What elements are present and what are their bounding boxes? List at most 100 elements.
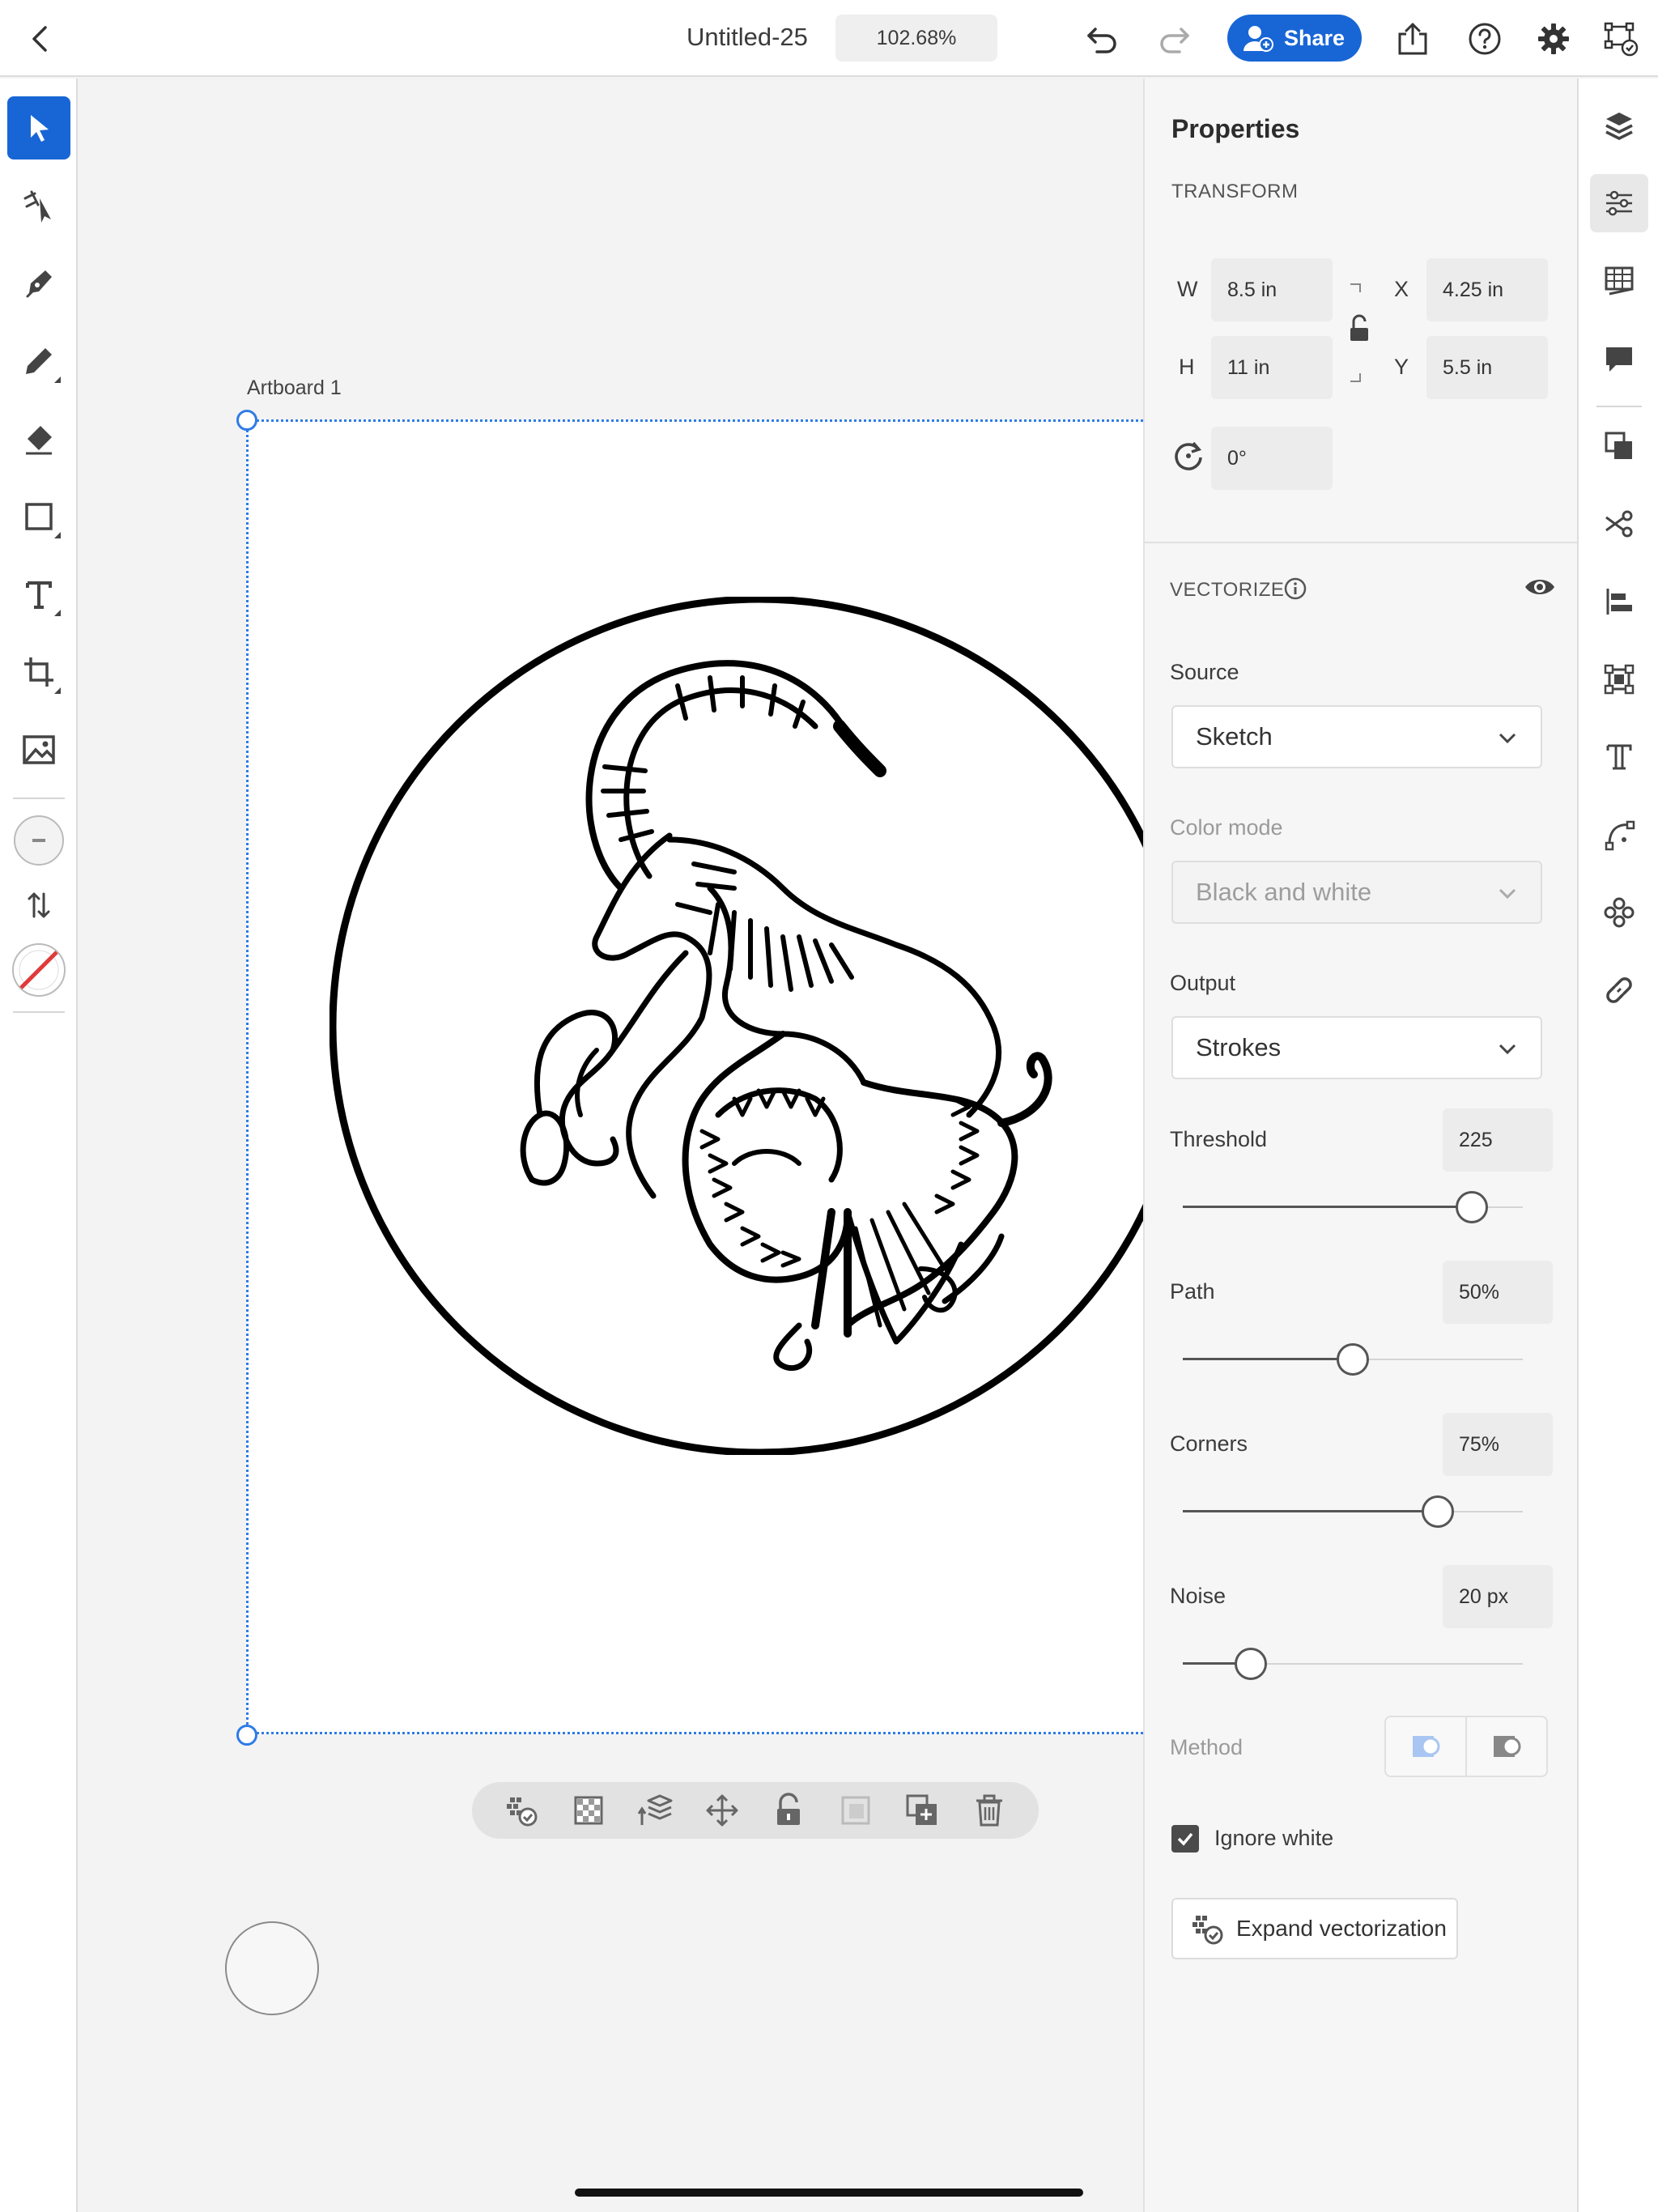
source-dropdown[interactable]: Sketch	[1171, 705, 1542, 768]
width-field[interactable]: 8.5 in	[1211, 258, 1333, 321]
lasso-tool[interactable]	[7, 174, 70, 237]
path-icon	[1605, 820, 1635, 851]
rectangle-tool[interactable]	[7, 485, 70, 548]
back-button[interactable]	[23, 19, 58, 58]
vectorize-info-button[interactable]	[1282, 576, 1308, 606]
color-mode-dropdown: Black and white	[1171, 861, 1542, 924]
touch-shortcut-button[interactable]	[225, 1921, 319, 2015]
arrange-icon	[638, 1794, 673, 1825]
type-panel-button[interactable]	[1590, 728, 1648, 786]
noise-field[interactable]: 20 px	[1443, 1565, 1553, 1628]
corners-field[interactable]: 75%	[1443, 1413, 1553, 1476]
arrange-action[interactable]	[636, 1791, 674, 1830]
method-overlapping-option[interactable]	[1465, 1717, 1546, 1776]
export-icon	[1398, 23, 1427, 55]
libraries-panel-button[interactable]	[1590, 252, 1648, 310]
output-dropdown[interactable]: Strokes	[1171, 1016, 1542, 1079]
transparency-action[interactable]	[569, 1791, 608, 1830]
lock-action[interactable]	[769, 1791, 808, 1830]
source-value: Sketch	[1196, 722, 1273, 751]
vectorize-status-button[interactable]	[1600, 18, 1642, 60]
properties-panel-button[interactable]	[1590, 174, 1648, 232]
expand-vectorization-action[interactable]	[502, 1791, 541, 1830]
eraser-tool[interactable]	[7, 407, 70, 470]
mask-icon	[841, 1796, 870, 1825]
threshold-slider[interactable]	[1183, 1191, 1523, 1223]
zoom-level[interactable]: 102.68%	[835, 15, 997, 62]
path-slider[interactable]	[1183, 1343, 1523, 1376]
undo-button[interactable]	[1082, 18, 1124, 60]
redo-button[interactable]	[1153, 18, 1195, 60]
align-panel-button[interactable]	[1590, 572, 1648, 631]
chevron-down-icon	[1499, 1044, 1516, 1055]
repeat-panel-button[interactable]	[1590, 883, 1648, 942]
right-rail	[1577, 79, 1658, 2212]
slider-knob[interactable]	[1235, 1648, 1267, 1680]
constrain-proportions-toggle[interactable]	[1346, 281, 1373, 390]
artboard-label[interactable]: Artboard 1	[247, 376, 342, 400]
select-tool[interactable]	[7, 96, 70, 160]
swap-fill-stroke-button[interactable]	[7, 874, 70, 937]
add-user-icon	[1244, 26, 1273, 52]
cut-button[interactable]	[1590, 495, 1648, 553]
text-tool[interactable]	[7, 563, 70, 626]
share-button[interactable]: Share	[1227, 15, 1362, 62]
slider-knob[interactable]	[1337, 1343, 1369, 1376]
help-button[interactable]	[1464, 18, 1506, 60]
x-position-field[interactable]: 4.25 in	[1426, 258, 1548, 321]
share-label: Share	[1284, 25, 1346, 50]
transform-panel-button[interactable]	[1590, 650, 1648, 708]
mask-action	[836, 1791, 875, 1830]
duplicate-action[interactable]	[903, 1791, 942, 1830]
preview-toggle[interactable]	[1524, 574, 1556, 604]
combine-shapes-button[interactable]	[1590, 417, 1648, 475]
delete-action[interactable]	[970, 1791, 1009, 1830]
slider-knob[interactable]	[1456, 1191, 1488, 1223]
submenu-indicator-icon	[54, 376, 61, 383]
path-label: Path	[1170, 1279, 1215, 1304]
height-field[interactable]: 11 in	[1211, 336, 1333, 399]
gear-icon	[1538, 23, 1569, 54]
crop-icon	[24, 657, 53, 687]
vectorize-icon	[1604, 22, 1639, 57]
document-title[interactable]: Untitled-25	[687, 23, 808, 52]
submenu-indicator-icon	[54, 610, 61, 616]
links-panel-button[interactable]	[1590, 961, 1648, 1019]
crop-tool[interactable]	[7, 640, 70, 704]
place-image-tool[interactable]	[7, 718, 70, 781]
type-icon	[1606, 744, 1632, 770]
duplicate-icon	[906, 1794, 937, 1825]
expand-vectorization-button[interactable]: Expand vectorization	[1171, 1898, 1458, 1959]
canvas-area[interactable]: Artboard 1	[78, 79, 1143, 2212]
layers-panel-button[interactable]	[1590, 96, 1648, 155]
y-position-field[interactable]: 5.5 in	[1426, 336, 1548, 399]
fill-swatch[interactable]	[7, 938, 70, 1002]
rail-divider	[1596, 406, 1642, 407]
path-panel-button[interactable]	[1590, 806, 1648, 864]
y-label: Y	[1394, 355, 1409, 379]
info-icon	[1284, 577, 1307, 600]
rotation-field[interactable]: 0°	[1211, 427, 1333, 490]
settings-button[interactable]	[1533, 18, 1575, 60]
stroke-swatch[interactable]	[7, 809, 70, 872]
pencil-tool[interactable]	[7, 330, 70, 393]
trash-icon	[976, 1794, 1002, 1827]
selection-handle-bottom-left[interactable]	[236, 1725, 257, 1746]
move-action[interactable]	[703, 1791, 742, 1830]
panel-divider	[1145, 542, 1579, 543]
home-indicator[interactable]	[575, 2189, 1083, 2197]
corners-slider[interactable]	[1183, 1495, 1523, 1528]
noise-slider[interactable]	[1183, 1648, 1523, 1680]
panel-title: Properties	[1171, 114, 1300, 143]
comments-panel-button[interactable]	[1590, 330, 1648, 388]
combine-icon	[1605, 432, 1632, 459]
vectorized-artwork[interactable]	[329, 597, 1143, 1455]
method-abutting-option[interactable]	[1386, 1717, 1465, 1776]
pen-tool[interactable]	[7, 252, 70, 315]
ignore-white-checkbox[interactable]	[1171, 1825, 1199, 1853]
selection-handle-top-left[interactable]	[236, 410, 257, 431]
slider-knob[interactable]	[1422, 1495, 1454, 1528]
threshold-field[interactable]: 225	[1443, 1108, 1553, 1172]
path-field[interactable]: 50%	[1443, 1261, 1553, 1324]
export-button[interactable]	[1392, 18, 1434, 60]
